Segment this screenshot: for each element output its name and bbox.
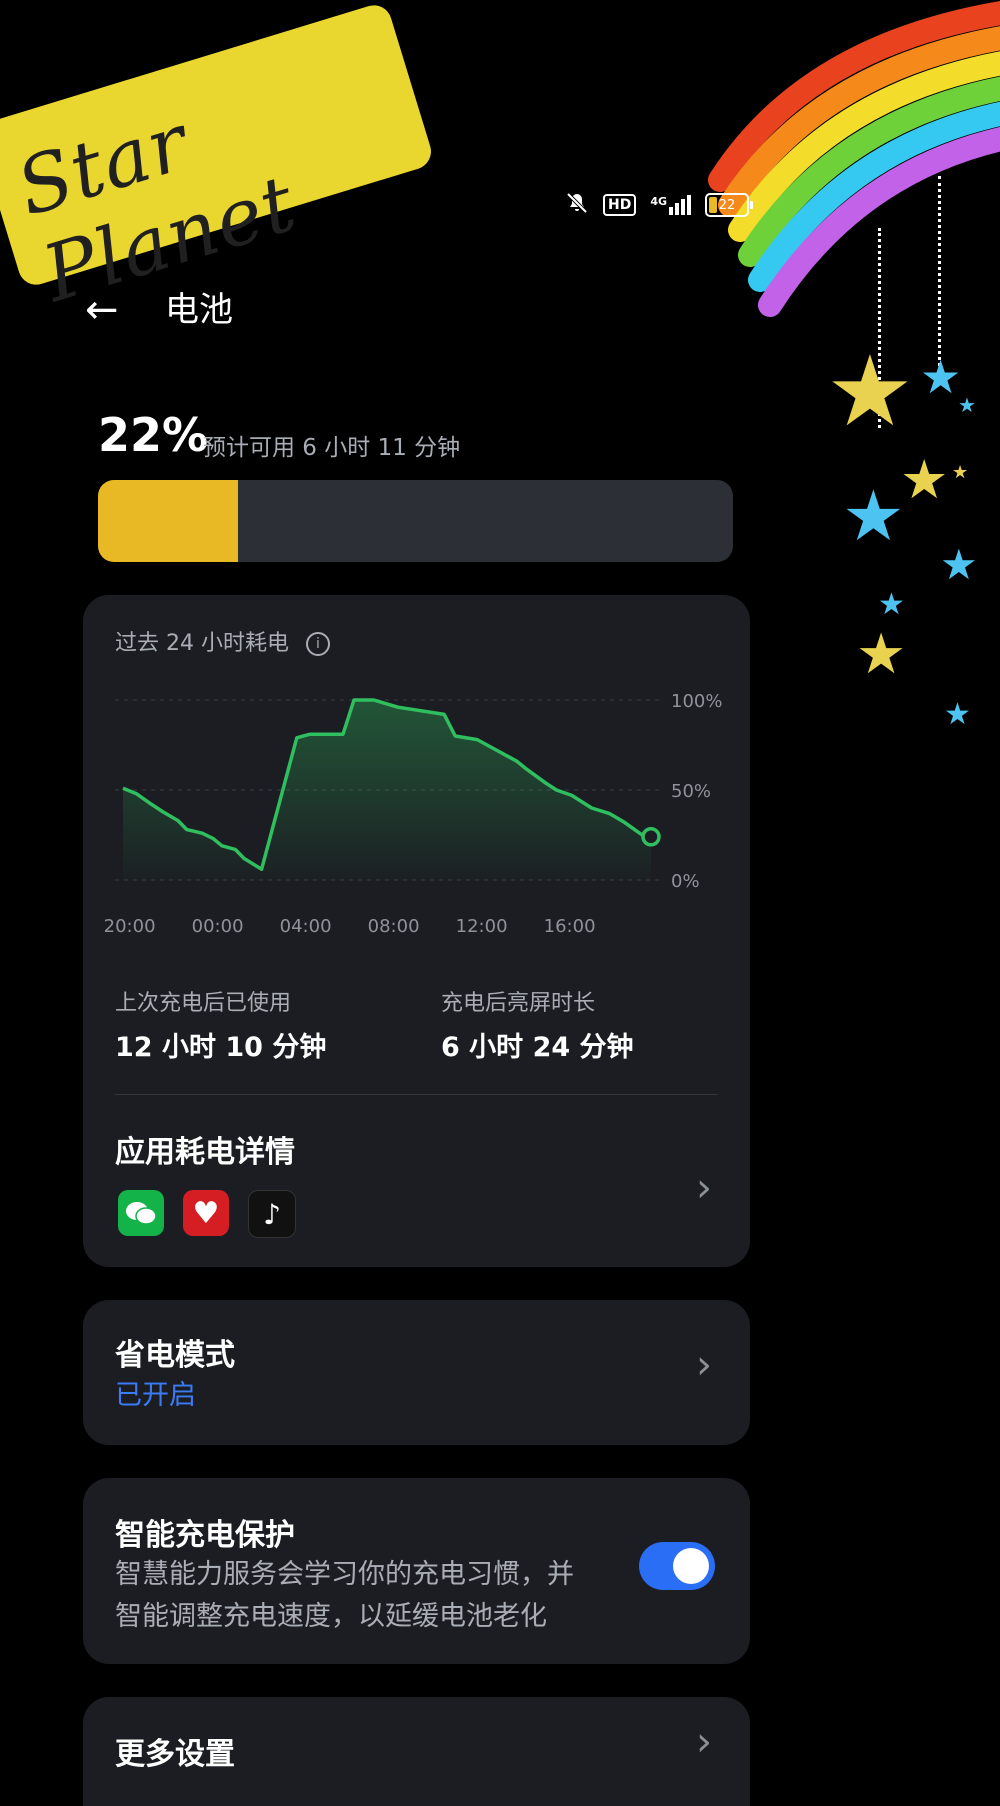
smart-charging-card: 智能充电保护 智慧能力服务会学习你的充电习惯，并 智能调整充电速度，以延缓电池老…	[83, 1478, 750, 1664]
smart-charging-title: 智能充电保护	[115, 1518, 295, 1553]
wechat-icon	[118, 1190, 164, 1236]
pinduoduo-icon: ♥	[183, 1190, 229, 1236]
battery-level-fill	[98, 480, 238, 562]
star-icon: ★	[940, 540, 978, 589]
x-tick-label: 20:00	[104, 916, 156, 937]
chevron-right-icon: ›	[696, 1719, 712, 1765]
power-saving-title: 省电模式	[115, 1338, 235, 1373]
mute-icon	[565, 191, 589, 219]
more-settings-title: 更多设置	[115, 1737, 235, 1772]
rainbow-decoration	[708, 1, 1000, 317]
star-icon: ★	[842, 475, 905, 557]
back-arrow-icon[interactable]: ←	[85, 290, 119, 330]
y-tick-label: 0%	[671, 871, 700, 892]
smart-charging-toggle[interactable]	[639, 1542, 715, 1590]
app-usage-details-row[interactable]: 应用耗电详情 › ♥ ♪	[83, 1095, 750, 1267]
battery-level-bar	[98, 480, 733, 562]
hd-icon: HD	[603, 194, 637, 216]
more-settings-row[interactable]: 更多设置 ›	[83, 1697, 750, 1806]
star-icon: ★	[878, 587, 905, 622]
used-since-charge-value: 12 小时 10 分钟	[115, 1032, 327, 1063]
star-icon: ★	[952, 462, 969, 483]
signal-4g-icon: 4G	[650, 195, 692, 215]
douyin-icon: ♪	[248, 1190, 296, 1238]
star-planet-sticker: Star Planet	[0, 0, 436, 320]
y-tick-label: 50%	[671, 781, 711, 802]
status-bar: HD 4G 22	[565, 191, 754, 219]
star-icon: ★	[900, 448, 949, 511]
x-tick-label: 00:00	[192, 916, 244, 937]
page-title: 电池	[165, 290, 233, 330]
app-usage-title: 应用耗电详情	[115, 1135, 295, 1170]
x-tick-label: 12:00	[456, 916, 508, 937]
x-tick-label: 04:00	[280, 916, 332, 937]
usage-card: 过去 24 小时耗电 i 100% 50% 0% 20:00 00:00 04:00 08:…	[83, 595, 750, 1267]
star-string	[938, 176, 941, 366]
battery-icon: 22	[705, 193, 754, 217]
y-tick-label: 100%	[671, 691, 722, 712]
screen-on-time-label: 充电后亮屏时长	[441, 991, 596, 1016]
chevron-right-icon: ›	[696, 1342, 712, 1388]
screen-on-time-value: 6 小时 24 分钟	[441, 1032, 634, 1063]
remaining-time: 预计可用 6 小时 11 分钟	[203, 435, 461, 461]
sticker-text: Star Planet	[7, 97, 307, 321]
toggle-knob	[673, 1548, 709, 1584]
chart-title: 过去 24 小时耗电	[115, 631, 289, 656]
x-tick-label: 16:00	[544, 916, 596, 937]
star-icon: ★	[958, 393, 976, 417]
battery-usage-chart: 100% 50% 0% 20:00 00:00 04:00 08:00 12:00 16:00	[104, 691, 723, 937]
x-tick-label: 08:00	[368, 916, 420, 937]
smart-charging-desc-line2: 智能调整充电速度，以延缓电池老化	[115, 1601, 547, 1632]
power-saving-status: 已开启	[115, 1380, 196, 1411]
battery-percentage: 22%	[98, 408, 209, 462]
power-saving-row[interactable]: 省电模式 已开启 ›	[83, 1300, 750, 1445]
chevron-right-icon: ›	[696, 1165, 712, 1211]
star-icon: ★	[856, 622, 907, 687]
used-since-charge-label: 上次充电后已使用	[115, 991, 292, 1016]
star-icon: ★	[920, 350, 962, 404]
smart-charging-desc-line1: 智慧能力服务会学习你的充电习惯，并	[115, 1559, 574, 1590]
info-icon[interactable]: i	[305, 632, 330, 656]
chart-heading: 过去 24 小时耗电 i	[115, 625, 330, 657]
current-level-marker	[641, 827, 661, 847]
star-icon: ★	[944, 697, 971, 732]
usage-area	[123, 700, 651, 880]
star-icon: ★	[826, 335, 914, 449]
